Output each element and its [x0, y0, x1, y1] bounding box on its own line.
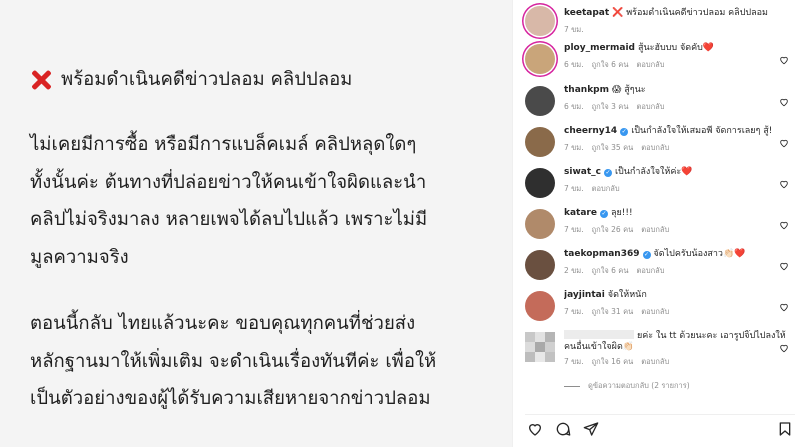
comment-item: katare ✓ ลุย!!! 7 ขม. ถูกใจ 26 คน ตอบกลับ [525, 207, 795, 239]
comment-item: thankpm 😱 สู้ๆนะ 6 ขม. ถูกใจ 3 คน ตอบกลับ [525, 84, 795, 116]
post-line: ไม่เคยมีการซื้อ หรือมีการแบล็คเมล์ คลิปห… [30, 134, 417, 155]
comment-time: 7 ขม. [564, 307, 584, 316]
share-icon[interactable] [583, 421, 599, 437]
comment-like-heart-icon[interactable] [779, 338, 789, 353]
comment-like-heart-icon[interactable] [779, 256, 789, 271]
comment-text: เป็นกำลังใจให้เสมอพี่ จัดการเลยๆ สู้! [631, 126, 773, 136]
comment-likes[interactable]: ถูกใจ 31 คน [592, 307, 634, 316]
comment-item: ploy_mermaid สู้นะฮับบบ จัดคับ❤️ 6 ขม. ถูก… [525, 42, 795, 74]
caption-username[interactable]: keetapat [564, 8, 609, 18]
comment-likes[interactable]: ถูกใจ 35 คน [592, 143, 634, 152]
post-text: พร้อมดำเนินคดีข่าวปลอม คลิปปลอม ไม่เคยมี… [30, 60, 505, 418]
avatar[interactable] [525, 44, 555, 74]
comment-time: 7 ขม. [564, 184, 584, 193]
verified-badge-icon: ✓ [620, 128, 629, 136]
post-line: ทั้งนั้นค่ะ ต้นทางที่ปล่อยข่าวให้คนเข้าใ… [30, 171, 427, 193]
owner-avatar[interactable] [525, 6, 555, 36]
caption-row: keetapat ❌ พร้อมดำเนินคดีข่าวปลอม คลิปปลอ… [525, 4, 795, 36]
avatar[interactable] [525, 127, 555, 157]
reply-button[interactable]: ตอบกลับ [636, 60, 664, 69]
comment-icon[interactable] [555, 421, 571, 437]
comment-like-heart-icon[interactable] [779, 297, 789, 312]
comment-username[interactable]: ploy_mermaid [564, 43, 635, 53]
comment-item: siwat_c ✓ เป็นกำลังใจให้ค่ะ❤️ 7 ขม. ตอบกลับ [525, 166, 795, 198]
comment-text: จัดให้หนัก [607, 290, 647, 300]
comment-username[interactable]: cheerny14 [564, 126, 617, 136]
pixelated-username [564, 330, 634, 339]
post-line: คลิปไม่จริงมาลง หลายเพจได้ลบไปแล้ว เพราะ… [30, 209, 428, 230]
comment-item: taekopman369 ✓ จัดไปครับน้องสาว👏🏻❤️ 2 ขม. ถ… [525, 248, 795, 280]
comment-username[interactable]: jayjintai [564, 290, 605, 300]
reply-button[interactable]: ตอบกลับ [592, 184, 620, 193]
comment-like-heart-icon[interactable] [779, 215, 789, 230]
comment-username[interactable]: katare [564, 208, 597, 218]
comment-like-heart-icon[interactable] [779, 92, 789, 107]
avatar[interactable] [525, 291, 555, 321]
reply-button[interactable]: ตอบกลับ [641, 143, 669, 152]
pixelated-avatar[interactable] [525, 332, 555, 362]
comment-likes[interactable]: ถูกใจ 3 คน [592, 102, 629, 111]
comment-likes[interactable]: ถูกใจ 16 คน [592, 357, 634, 366]
reply-button[interactable]: ตอบกลับ [636, 266, 664, 275]
comment-text: 😱 สู้ๆนะ [612, 85, 646, 95]
comment-item: cheerny14 ✓ เป็นกำลังใจให้เสมอพี่ จัดการเล… [525, 125, 795, 157]
comment-time: 7 ขม. [564, 225, 584, 234]
comment-item: jayjintai จัดให้หนัก 7 ขม. ถูกใจ 31 คน ตอบก… [525, 289, 795, 321]
comment-like-heart-icon[interactable] [779, 174, 789, 189]
verified-badge-icon: ✓ [603, 169, 612, 177]
comment-like-heart-icon[interactable] [779, 133, 789, 148]
reply-button[interactable]: ตอบกลับ [641, 225, 669, 234]
post-line: มูลความจริง [30, 246, 129, 268]
bookmark-icon[interactable] [777, 421, 793, 437]
comment-username[interactable]: siwat_c [564, 167, 601, 177]
view-replies-button[interactable]: ดูข้อความตอบกลับ (2 รายการ) [564, 380, 690, 392]
comment-text: จัดไปครับน้องสาว👏🏻❤️ [653, 249, 746, 259]
post-title-text: พร้อมดำเนินคดีข่าวปลอม คลิปปลอม [61, 69, 353, 90]
comment-time: 7 ขม. [564, 143, 584, 152]
avatar[interactable] [525, 168, 555, 198]
comment-item: ยค่ะ ใน tt ด้วยนะคะ เอารูปจิ๊ปไปลงให้คนอ… [525, 330, 795, 368]
divider [564, 385, 580, 387]
comment-time: 2 ขม. [564, 266, 584, 275]
cross-mark-icon [30, 69, 52, 91]
reply-button[interactable]: ตอบกลับ [636, 102, 664, 111]
reply-button[interactable]: ตอบกลับ [641, 307, 669, 316]
post-line: หลักฐานมาให้เพิ่มเติม จะดำเนินเรื่องทันท… [30, 350, 437, 372]
reply-button[interactable]: ตอบกลับ [641, 357, 669, 366]
post-title: พร้อมดำเนินคดีข่าวปลอม คลิปปลอม [30, 60, 505, 100]
comment-username[interactable]: thankpm [564, 85, 609, 95]
caption-text: ❌ พร้อมดำเนินคดีข่าวปลอม คลิปปลอม [612, 8, 768, 18]
avatar[interactable] [525, 209, 555, 239]
comment-text: สู้นะฮับบบ จัดคับ❤️ [637, 43, 715, 53]
post-paragraph-1: ไม่เคยมีการซื้อ หรือมีการแบล็คเมล์ คลิปห… [30, 126, 505, 276]
comment-likes[interactable]: ถูกใจ 6 คน [592, 266, 629, 275]
view-replies-label: ดูข้อความตอบกลับ (2 รายการ) [588, 381, 690, 390]
post-line: เป็นตัวอย่างของผู้ได้รับความเสียหายจากข่… [30, 388, 431, 409]
caption-time: 7 ขม. [564, 25, 584, 34]
avatar[interactable] [525, 86, 555, 116]
comment-time: 6 ขม. [564, 102, 584, 111]
comment-username[interactable]: taekopman369 [564, 249, 640, 259]
verified-badge-icon: ✓ [642, 251, 651, 259]
post-image: พร้อมดำเนินคดีข่าวปลอม คลิปปลอม ไม่เคยมี… [0, 0, 512, 447]
comments-panel: keetapat ❌ พร้อมดำเนินคดีข่าวปลอม คลิปปลอ… [512, 0, 800, 447]
comment-likes[interactable]: ถูกใจ 26 คน [592, 225, 634, 234]
comment-text: ลุย!!! [610, 208, 633, 218]
avatar[interactable] [525, 250, 555, 280]
post-line: ตอนนี้กลับ ไทยแล้วนะคะ ขอบคุณทุกคนที่ช่ว… [30, 313, 416, 334]
comment-text: เป็นกำลังใจให้ค่ะ❤️ [614, 167, 693, 177]
comment-time: 7 ขม. [564, 357, 584, 366]
post-paragraph-2: ตอนนี้กลับ ไทยแล้วนะคะ ขอบคุณทุกคนที่ช่ว… [30, 305, 505, 418]
heart-icon[interactable] [527, 421, 543, 437]
comment-likes[interactable]: ถูกใจ 6 คน [592, 60, 629, 69]
verified-badge-icon: ✓ [599, 210, 608, 218]
comment-like-heart-icon[interactable] [779, 50, 789, 65]
comment-time: 6 ขม. [564, 60, 584, 69]
action-bar [525, 414, 795, 438]
